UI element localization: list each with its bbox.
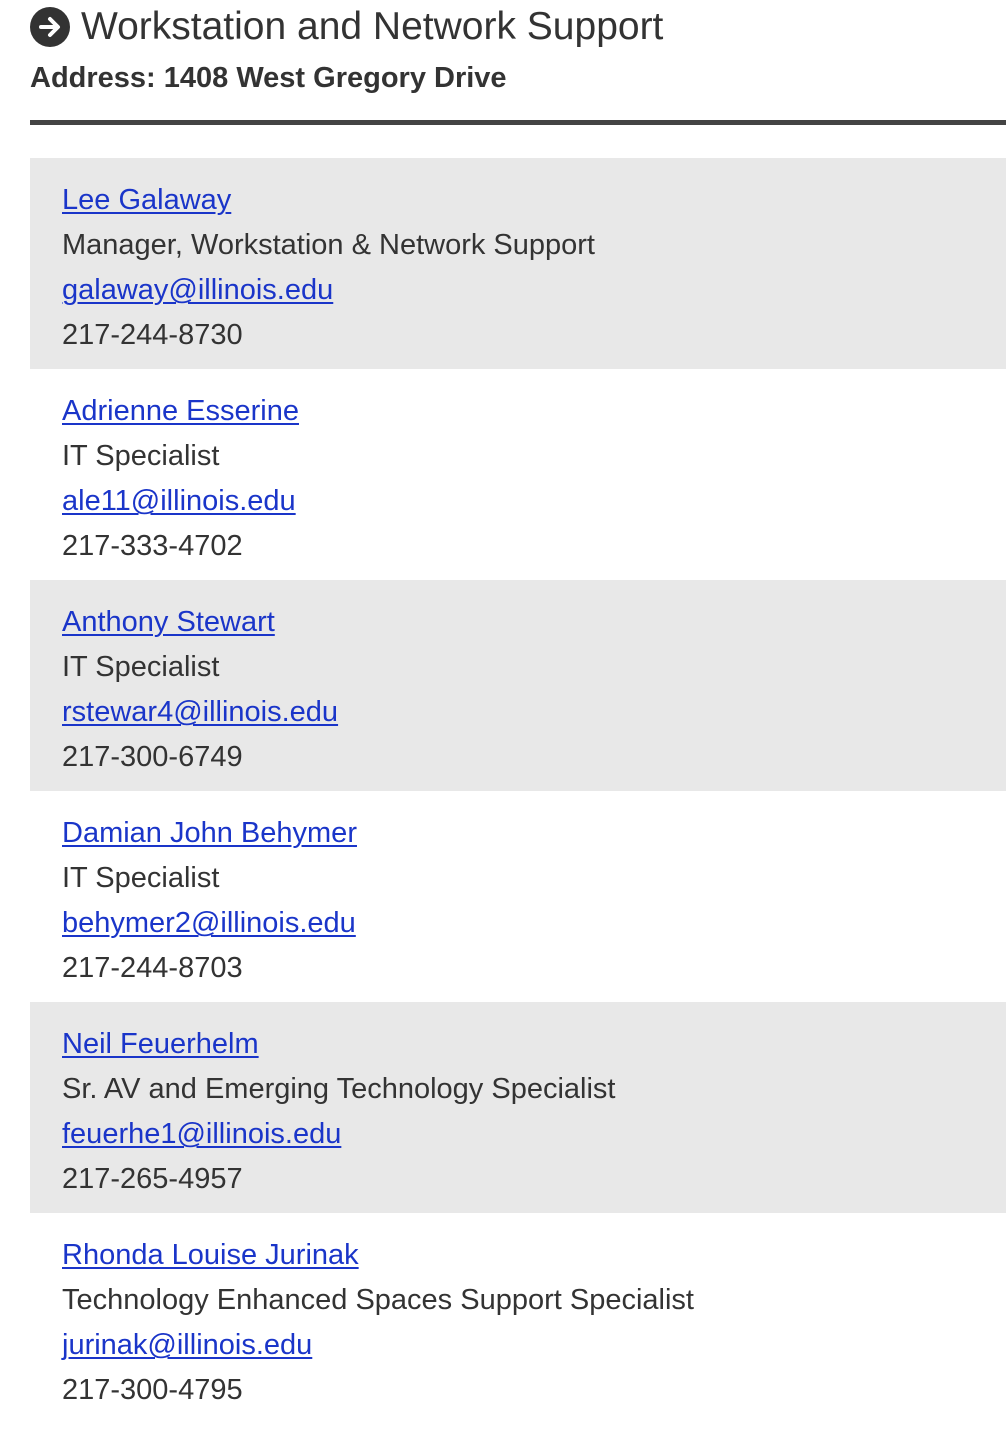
staff-entry: Neil Feuerhelm Sr. AV and Emerging Techn… bbox=[30, 1002, 1006, 1213]
staff-name-link[interactable]: Adrienne Esserine bbox=[62, 395, 299, 427]
staff-phone: 217-300-4795 bbox=[62, 1374, 243, 1406]
staff-phone: 217-265-4957 bbox=[62, 1163, 243, 1195]
title-row: Workstation and Network Support bbox=[30, 0, 1006, 54]
arrow-right-circle-icon bbox=[30, 7, 70, 47]
staff-role: Technology Enhanced Spaces Support Speci… bbox=[62, 1284, 694, 1316]
staff-name-link[interactable]: Lee Galaway bbox=[62, 184, 231, 216]
staff-role: IT Specialist bbox=[62, 651, 220, 683]
staff-email-link[interactable]: jurinak@illinois.edu bbox=[62, 1329, 312, 1361]
staff-email-link[interactable]: galaway@illinois.edu bbox=[62, 274, 333, 306]
staff-name-link[interactable]: Neil Feuerhelm bbox=[62, 1028, 259, 1060]
staff-name-link[interactable]: Anthony Stewart bbox=[62, 606, 275, 638]
staff-entry: Damian John Behymer IT Specialist behyme… bbox=[30, 791, 1006, 1002]
staff-phone: 217-333-4702 bbox=[62, 530, 243, 562]
staff-role: IT Specialist bbox=[62, 862, 220, 894]
staff-entry: Anthony Stewart IT Specialist rstewar4@i… bbox=[30, 580, 1006, 791]
staff-role: Sr. AV and Emerging Technology Specialis… bbox=[62, 1073, 616, 1105]
staff-entry: Adrienne Esserine IT Specialist ale11@il… bbox=[30, 369, 1006, 580]
section-header: Workstation and Network Support Address:… bbox=[30, 0, 1006, 98]
staff-entry: Rhonda Louise Jurinak Technology Enhance… bbox=[30, 1213, 1006, 1424]
staff-email-link[interactable]: rstewar4@illinois.edu bbox=[62, 696, 338, 728]
staff-entry: Lee Galaway Manager, Workstation & Netwo… bbox=[30, 158, 1006, 369]
staff-list: Lee Galaway Manager, Workstation & Netwo… bbox=[30, 158, 1006, 1424]
staff-name-link[interactable]: Rhonda Louise Jurinak bbox=[62, 1239, 359, 1271]
section-title: Workstation and Network Support bbox=[81, 5, 664, 48]
staff-role: IT Specialist bbox=[62, 440, 220, 472]
staff-phone: 217-300-6749 bbox=[62, 741, 243, 773]
staff-phone: 217-244-8730 bbox=[62, 319, 243, 351]
staff-email-link[interactable]: feuerhe1@illinois.edu bbox=[62, 1118, 341, 1150]
section-address: Address: 1408 West Gregory Drive bbox=[30, 62, 507, 94]
staff-phone: 217-244-8703 bbox=[62, 952, 243, 984]
staff-name-link[interactable]: Damian John Behymer bbox=[62, 817, 357, 849]
staff-role: Manager, Workstation & Network Support bbox=[62, 229, 595, 261]
header-divider bbox=[30, 120, 1006, 125]
staff-email-link[interactable]: ale11@illinois.edu bbox=[62, 485, 296, 517]
staff-email-link[interactable]: behymer2@illinois.edu bbox=[62, 907, 356, 939]
